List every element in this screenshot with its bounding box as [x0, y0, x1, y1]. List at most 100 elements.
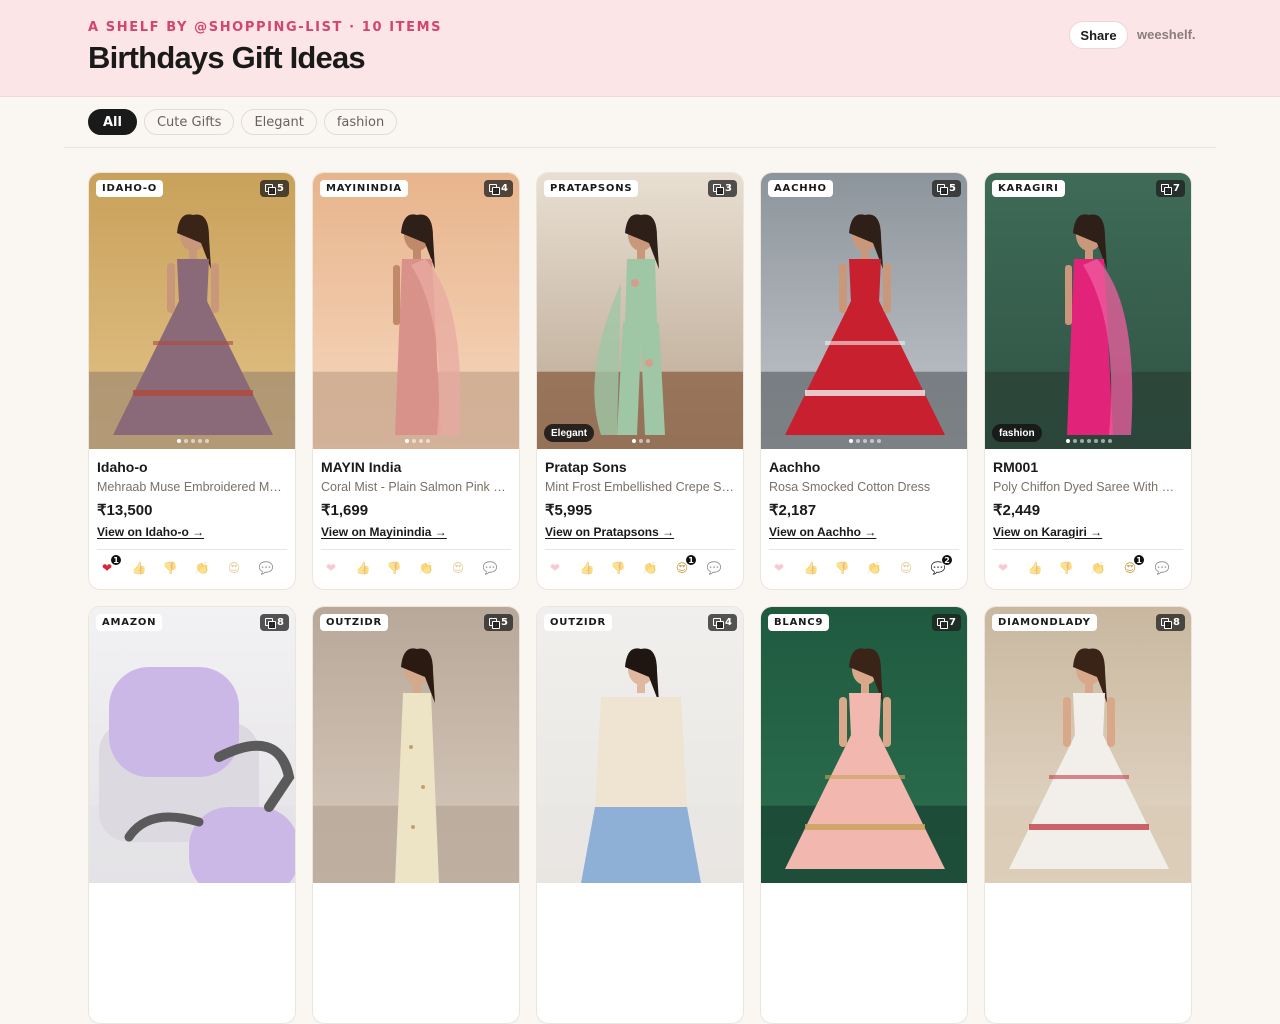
product-image	[761, 173, 967, 449]
view-store-link[interactable]: View on Aachho →	[769, 525, 876, 539]
product-image-wrap[interactable]: IDAHO-O 5	[89, 173, 295, 449]
comment-icon[interactable]: 💬 2	[930, 554, 953, 576]
filter-chip-cute-gifts[interactable]: Cute Gifts	[143, 109, 235, 135]
product-card[interactable]: MAYININDIA 4 MAYIN India Coral Mist - Pl…	[312, 172, 520, 590]
thumbs-down-icon[interactable]: 👎	[834, 560, 850, 576]
comment-icon[interactable]: 💬	[1154, 560, 1170, 576]
carousel-dot[interactable]	[1066, 439, 1070, 443]
product-card[interactable]: DIAMONDLADY 8	[984, 606, 1192, 1024]
comment-icon[interactable]: 💬	[482, 560, 498, 576]
carousel-dots[interactable]	[89, 439, 295, 443]
carousel-dot[interactable]	[849, 439, 853, 443]
product-image-wrap[interactable]: OUTZIDR 4	[537, 607, 743, 883]
heart-eyes-icon[interactable]: 😍 1	[674, 554, 697, 576]
heart-icon[interactable]: ❤ 1	[99, 554, 122, 576]
clap-icon[interactable]: 👏	[194, 560, 210, 576]
product-image-wrap[interactable]: KARAGIRI 7 fashion	[985, 173, 1191, 449]
carousel-dots[interactable]	[761, 439, 967, 443]
filter-chip-all[interactable]: All	[88, 109, 137, 135]
thumbs-up-icon[interactable]: 👍	[131, 560, 147, 576]
heart-icon[interactable]: ❤	[547, 560, 563, 576]
clap-icon[interactable]: 👏	[418, 560, 434, 576]
view-store-link[interactable]: View on Mayinindia →	[321, 525, 447, 539]
image-count: 8	[277, 617, 284, 628]
filter-chip-elegant[interactable]: Elegant	[241, 109, 317, 135]
carousel-dot[interactable]	[404, 439, 409, 443]
heart-icon[interactable]: ❤	[995, 560, 1011, 576]
carousel-dot[interactable]	[1073, 439, 1077, 443]
thumbs-up-icon[interactable]: 👍	[355, 560, 371, 576]
heart-eyes-icon[interactable]: 😍	[898, 560, 914, 576]
carousel-dots[interactable]	[313, 439, 519, 443]
divider	[64, 147, 1216, 148]
product-image-wrap[interactable]: OUTZIDR 5	[313, 607, 519, 883]
thumbs-down-icon[interactable]: 👎	[1058, 560, 1074, 576]
gallery-icon	[713, 618, 725, 629]
carousel-dot[interactable]	[205, 439, 209, 443]
thumbs-down-icon[interactable]: 👎	[386, 560, 402, 576]
heart-icon[interactable]: ❤	[771, 560, 787, 576]
brand-logo[interactable]: weeshelf.	[1137, 27, 1196, 42]
carousel-dot[interactable]	[1108, 439, 1112, 443]
thumbs-up-icon[interactable]: 👍	[1027, 560, 1043, 576]
carousel-dot[interactable]	[184, 439, 188, 443]
product-card[interactable]: IDAHO-O 5 Idaho-o Mehraab Muse Embroider…	[88, 172, 296, 590]
carousel-dot[interactable]	[191, 439, 195, 443]
image-count: 8	[1173, 617, 1180, 628]
carousel-dot[interactable]	[1101, 439, 1105, 443]
carousel-dot[interactable]	[198, 439, 202, 443]
carousel-dot[interactable]	[411, 439, 416, 443]
carousel-dot[interactable]	[870, 439, 874, 443]
thumbs-down-icon[interactable]: 👎	[162, 560, 178, 576]
reaction-count: 2	[941, 554, 953, 566]
carousel-dot[interactable]	[1087, 439, 1091, 443]
heart-eyes-icon[interactable]: 😍	[450, 560, 466, 576]
product-card[interactable]: PRATAPSONS 3 Elegant Pratap Sons Mint Fro…	[536, 172, 744, 590]
carousel-dot[interactable]	[418, 439, 423, 443]
product-image-wrap[interactable]: BLANC9 7	[761, 607, 967, 883]
product-image-wrap[interactable]: AMAZON 8	[89, 607, 295, 883]
product-card[interactable]: BLANC9 7	[760, 606, 968, 1024]
clap-icon[interactable]: 👏	[1090, 560, 1106, 576]
carousel-dots[interactable]	[537, 439, 743, 443]
product-card[interactable]: OUTZIDR 4	[536, 606, 744, 1024]
product-card[interactable]: OUTZIDR 5	[312, 606, 520, 1024]
carousel-dots[interactable]	[985, 439, 1191, 443]
view-store-link[interactable]: View on Idaho-o →	[97, 525, 204, 539]
product-image-wrap[interactable]: MAYININDIA 4	[313, 173, 519, 449]
view-store-link[interactable]: View on Pratapsons →	[545, 525, 674, 539]
product-card[interactable]: AMAZON 8	[88, 606, 296, 1024]
image-count-badge: 4	[708, 614, 737, 631]
carousel-dot[interactable]	[877, 439, 881, 443]
carousel-dot[interactable]	[639, 439, 643, 443]
carousel-dot[interactable]	[1080, 439, 1084, 443]
carousel-dot[interactable]	[177, 439, 181, 443]
product-image-wrap[interactable]: PRATAPSONS 3 Elegant	[537, 173, 743, 449]
carousel-dot[interactable]	[425, 439, 430, 443]
carousel-dot[interactable]	[856, 439, 860, 443]
product-image-wrap[interactable]: DIAMONDLADY 8	[985, 607, 1191, 883]
carousel-dot[interactable]	[646, 439, 650, 443]
reaction-divider	[993, 549, 1183, 550]
carousel-dot[interactable]	[1094, 439, 1098, 443]
share-button[interactable]: Share	[1069, 21, 1128, 49]
product-image-wrap[interactable]: AACHHO 5	[761, 173, 967, 449]
thumbs-up-icon[interactable]: 👍	[579, 560, 595, 576]
heart-icon[interactable]: ❤	[323, 560, 339, 576]
product-image	[89, 607, 295, 883]
product-card[interactable]: KARAGIRI 7 fashion RM001 Poly Chiffon Dye…	[984, 172, 1192, 590]
product-card[interactable]: AACHHO 5 Aachho Rosa Smocked Cotton Dres…	[760, 172, 968, 590]
thumbs-up-icon[interactable]: 👍	[803, 560, 819, 576]
comment-icon[interactable]: 💬	[706, 560, 722, 576]
thumbs-down-icon[interactable]: 👎	[610, 560, 626, 576]
heart-eyes-icon[interactable]: 😍	[226, 560, 242, 576]
view-store-link[interactable]: View on Karagiri →	[993, 525, 1102, 539]
image-count: 7	[949, 617, 956, 628]
filter-chip-fashion[interactable]: fashion	[323, 109, 398, 135]
clap-icon[interactable]: 👏	[642, 560, 658, 576]
carousel-dot[interactable]	[632, 439, 636, 443]
comment-icon[interactable]: 💬	[258, 560, 274, 576]
heart-eyes-icon[interactable]: 😍 1	[1122, 554, 1145, 576]
clap-icon[interactable]: 👏	[866, 560, 882, 576]
carousel-dot[interactable]	[863, 439, 867, 443]
